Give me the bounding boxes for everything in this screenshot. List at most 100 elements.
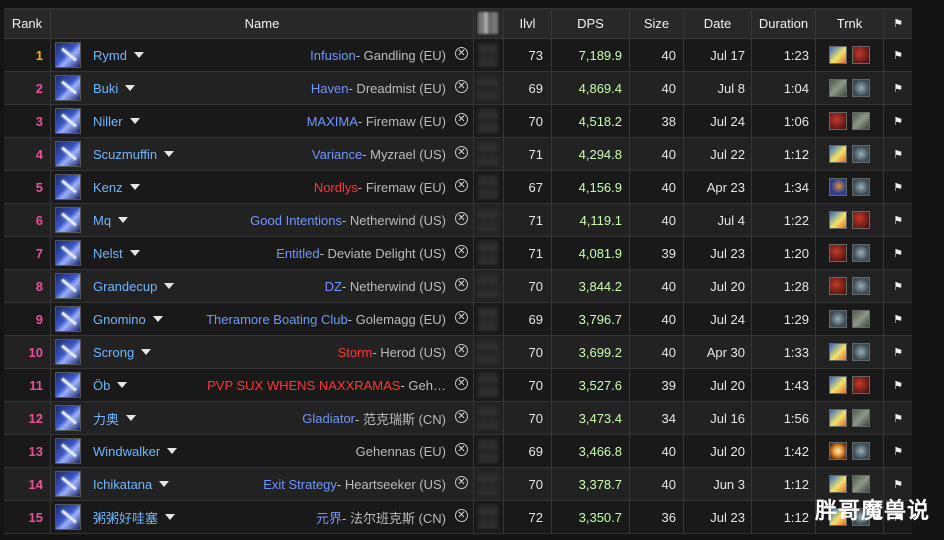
chevron-down-icon[interactable] [141,349,152,355]
table-row[interactable]: 8 Grandecup DZ - Netherwind (US) ✕ 70 3,… [4,270,912,303]
player-name-link[interactable]: Scuzmuffin [93,147,157,162]
eye-trinket-icon[interactable] [852,277,870,295]
red-claw-trinket-icon[interactable] [829,112,847,130]
eye-trinket-icon[interactable] [852,343,870,361]
flag-cell[interactable]: ⚑ [884,105,912,137]
table-row[interactable]: 10 Scrong Storm - Herod (US) ✕ 70 3,699.… [4,336,912,369]
table-row[interactable]: 2 Buki Haven - Dreadmist (EU) ✕ 69 4,869… [4,72,912,105]
header-duration[interactable]: Duration [752,9,816,38]
guild-name-link[interactable]: Good Intentions [250,213,342,228]
chevron-down-icon[interactable] [117,382,128,388]
star-trinket-icon[interactable] [829,442,847,460]
player-name-link[interactable]: 粥粥好哇塞 [93,508,158,527]
eye-trinket-icon[interactable] [852,178,870,196]
player-name-link[interactable]: Mq [93,213,111,228]
red-claw-trinket-icon[interactable] [829,244,847,262]
blue-orb-trinket-icon[interactable] [829,178,847,196]
guild-name-link[interactable]: MAXIMA [307,114,358,129]
fire-trinket-icon[interactable] [829,409,847,427]
chevron-down-icon[interactable] [164,283,175,289]
chevron-down-icon[interactable] [164,151,175,157]
table-row[interactable]: 7 Nelst Entitled - Deviate Delight (US) … [4,237,912,270]
flag-cell[interactable]: ⚑ [884,303,912,335]
header-ilvl[interactable]: Ilvl [504,9,552,38]
flag-cell[interactable]: ⚑ [884,39,912,71]
eye-trinket-icon[interactable] [852,244,870,262]
guild-name-link[interactable]: DZ [325,279,342,294]
chevron-down-icon[interactable] [129,250,140,256]
guild-name-link[interactable]: Variance [312,147,362,162]
red-claw-trinket-icon[interactable] [852,376,870,394]
fire-trinket-icon[interactable] [829,46,847,64]
player-name-link[interactable]: Nelst [93,246,123,261]
eye-trinket-icon[interactable] [829,310,847,328]
chevron-down-icon[interactable] [118,217,129,223]
player-name-link[interactable]: Ichikatana [93,477,152,492]
table-row[interactable]: 14 Ichikatana Exit Strategy - Heartseeke… [4,468,912,501]
player-name-link[interactable]: Rymd [93,48,127,63]
chevron-down-icon[interactable] [133,52,144,58]
red-claw-trinket-icon[interactable] [852,46,870,64]
eye-trinket-icon[interactable] [852,442,870,460]
grey-trinket-icon[interactable] [829,79,847,97]
guild-name-link[interactable]: Storm [338,345,373,360]
fire-trinket-icon[interactable] [829,376,847,394]
guild-name-link[interactable]: PVP SUX WHENS NAXXRAMAS [207,378,400,393]
table-row[interactable]: 12 力奥 Gladiator - 范克瑞斯 (CN) ✕ 70 3,473.4… [4,402,912,435]
flag-cell[interactable]: ⚑ [884,237,912,269]
player-name-link[interactable]: Gnomino [93,312,146,327]
grey-trinket-icon[interactable] [852,409,870,427]
chevron-down-icon[interactable] [129,118,140,124]
fire-trinket-icon[interactable] [829,145,847,163]
chevron-down-icon[interactable] [152,316,163,322]
flag-cell[interactable]: ⚑ [884,138,912,170]
red-claw-trinket-icon[interactable] [852,211,870,229]
flag-cell[interactable]: ⚑ [884,171,912,203]
header-date[interactable]: Date [684,9,752,38]
guild-name-link[interactable]: Exit Strategy [263,477,337,492]
table-row[interactable]: 4 Scuzmuffin Variance - Myzrael (US) ✕ 7… [4,138,912,171]
guild-name-link[interactable]: Nordlys [314,180,358,195]
header-size[interactable]: Size [630,9,684,38]
flag-cell[interactable]: ⚑ [884,72,912,104]
guild-name-link[interactable]: Gladiator [302,411,355,426]
chevron-down-icon[interactable] [129,184,140,190]
flag-cell[interactable]: ⚑ [884,270,912,302]
eye-trinket-icon[interactable] [852,145,870,163]
player-name-link[interactable]: Niller [93,114,123,129]
header-rank[interactable]: Rank [4,9,51,38]
table-row[interactable]: 11 Öb PVP SUX WHENS NAXXRAMAS - Geh… ✕ 7… [4,369,912,402]
header-flag[interactable]: ⚑ [884,9,912,38]
chevron-down-icon[interactable] [159,481,170,487]
player-name-link[interactable]: Buki [93,81,118,96]
table-row[interactable]: 5 Kenz Nordlys - Firemaw (EU) ✕ 67 4,156… [4,171,912,204]
table-row[interactable]: 9 Gnomino Theramore Boating Club - Golem… [4,303,912,336]
header-trinkets[interactable]: Trnk [816,9,884,38]
table-row[interactable]: 6 Mq Good Intentions - Netherwind (US) ✕… [4,204,912,237]
player-name-link[interactable]: Grandecup [93,279,157,294]
player-name-link[interactable]: Scrong [93,345,134,360]
red-claw-trinket-icon[interactable] [829,277,847,295]
grey-trinket-icon[interactable] [852,475,870,493]
player-name-link[interactable]: Windwalker [93,444,160,459]
guild-name-link[interactable]: Entitled [276,246,319,261]
chevron-down-icon[interactable] [126,415,137,421]
chevron-down-icon[interactable] [125,85,136,91]
eye-trinket-icon[interactable] [852,79,870,97]
guild-name-link[interactable]: Haven [311,81,349,96]
guild-name-link[interactable]: Infusion [310,48,356,63]
guild-name-link[interactable]: 元界 [316,508,342,527]
player-name-link[interactable]: Öb [93,378,110,393]
table-row[interactable]: 13 Windwalker Gehennas (EU) ✕ 69 3,466.8… [4,435,912,468]
table-row[interactable]: 3 Niller MAXIMA - Firemaw (EU) ✕ 70 4,51… [4,105,912,138]
player-name-link[interactable]: Kenz [93,180,123,195]
player-name-link[interactable]: 力奥 [93,409,119,428]
flag-cell[interactable]: ⚑ [884,402,912,434]
flag-cell[interactable]: ⚑ [884,336,912,368]
grey-trinket-icon[interactable] [852,310,870,328]
guild-name-link[interactable]: Theramore Boating Club [206,312,348,327]
chevron-down-icon[interactable] [167,448,178,454]
grey-trinket-icon[interactable] [852,112,870,130]
header-name[interactable]: Name [51,9,474,38]
fire-trinket-icon[interactable] [829,475,847,493]
